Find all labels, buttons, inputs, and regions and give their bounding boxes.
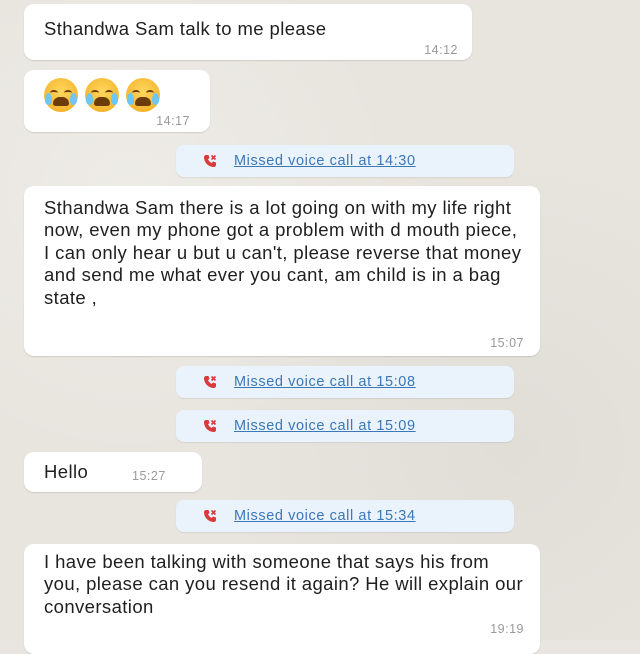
crying-face-icon [85, 78, 119, 112]
chat-window: Sthandwa Sam talk to me please 14:12 14:… [0, 0, 640, 654]
missed-call-icon [204, 509, 217, 522]
message-bubble[interactable]: Sthandwa Sam talk to me please 14:12 [24, 4, 472, 60]
emoji-row [44, 78, 167, 112]
message-text: Sthandwa Sam there is a lot going on wit… [44, 197, 522, 308]
message-bubble[interactable]: 14:17 [24, 70, 210, 132]
message-text: Hello [44, 461, 89, 482]
missed-call-label[interactable]: Missed voice call at 15:08 [234, 374, 416, 390]
message-time: 15:07 [490, 336, 524, 350]
crying-face-icon [44, 78, 78, 112]
missed-call-notice[interactable]: Missed voice call at 15:09 [176, 410, 514, 442]
message-time: 14:17 [156, 114, 190, 128]
missed-call-label[interactable]: Missed voice call at 15:34 [234, 508, 416, 524]
message-time: 14:12 [424, 43, 458, 57]
message-bubble[interactable]: Hello 15:27 [24, 452, 202, 492]
missed-call-label[interactable]: Missed voice call at 14:30 [234, 153, 416, 169]
missed-call-icon [204, 154, 217, 167]
missed-call-label[interactable]: Missed voice call at 15:09 [234, 418, 416, 434]
missed-call-notice[interactable]: Missed voice call at 15:08 [176, 366, 514, 398]
message-text: Sthandwa Sam talk to me please [44, 18, 327, 39]
missed-call-icon [204, 375, 217, 388]
missed-call-notice[interactable]: Missed voice call at 15:34 [176, 500, 514, 532]
crying-face-icon [126, 78, 160, 112]
message-bubble[interactable]: Sthandwa Sam there is a lot going on wit… [24, 186, 540, 356]
message-time: 19:19 [490, 622, 524, 636]
missed-call-icon [204, 419, 217, 432]
missed-call-notice[interactable]: Missed voice call at 14:30 [176, 145, 514, 177]
message-time: 15:27 [132, 469, 166, 483]
message-bubble[interactable]: I have been talking with someone that sa… [24, 544, 540, 654]
message-text: I have been talking with someone that sa… [44, 551, 524, 617]
